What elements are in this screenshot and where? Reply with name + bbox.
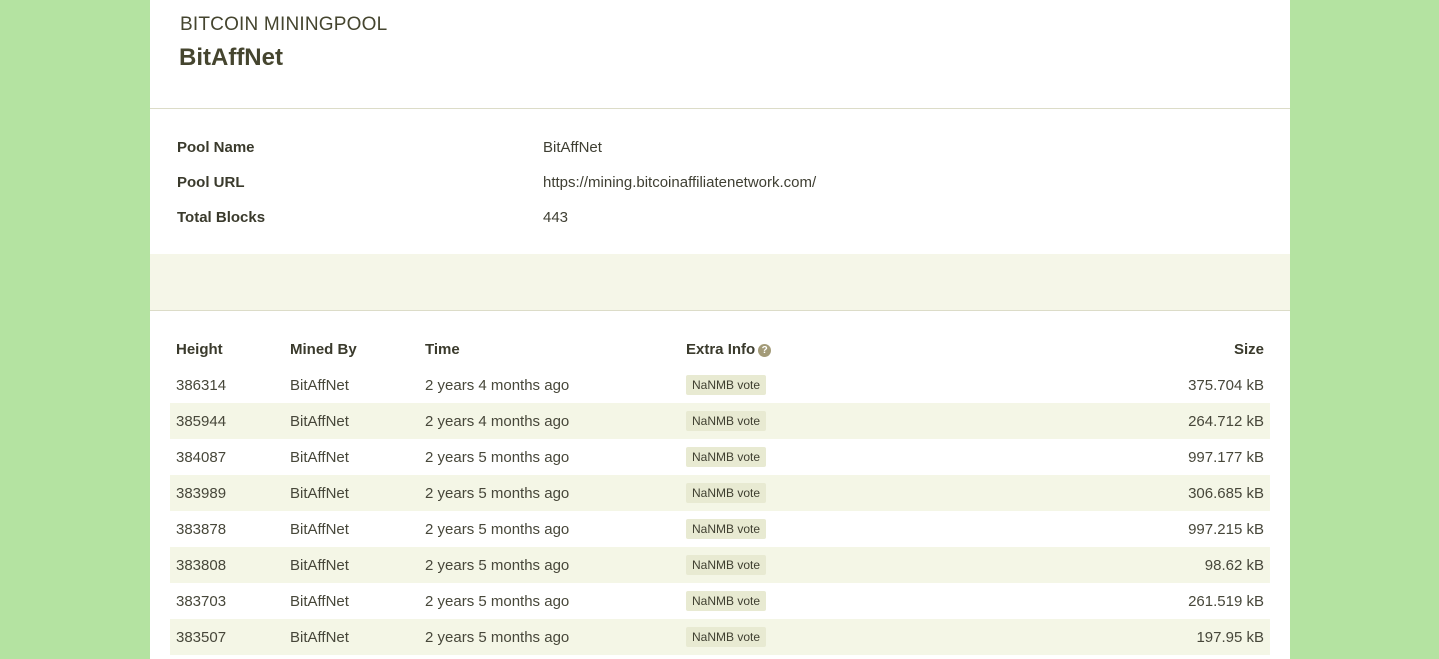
miner-link[interactable]: BitAffNet [284, 511, 419, 547]
block-time: 2 years 4 months ago [425, 376, 570, 394]
info-row-pool-url: Pool URL https://mining.bitcoinaffiliate… [177, 174, 1277, 209]
vote-badge: NaNMB vote [686, 519, 767, 539]
col-extra-info: Extra Info? [680, 331, 1092, 367]
vote-badge: NaNMB vote [686, 411, 767, 431]
block-size: 375.704 kB [1188, 376, 1264, 394]
table-row: 383703 BitAffNet 2 years 5 months ago Na… [170, 583, 1270, 619]
extra-info-cell: NaNMB vote [680, 583, 1092, 619]
info-label: Pool URL [177, 174, 245, 191]
extra-info-cell: NaNMB vote [680, 403, 1092, 439]
block-height-link[interactable]: 383989 [170, 475, 284, 511]
info-row-pool-name: Pool Name BitAffNet [177, 139, 1277, 174]
vote-badge: NaNMB vote [686, 627, 767, 647]
block-height-link[interactable]: 385944 [170, 403, 284, 439]
block-time: 2 years 5 months ago [419, 475, 680, 511]
miner-link[interactable]: BitAffNet [284, 475, 419, 511]
block-time: 2 years 5 months ago [419, 619, 680, 655]
vote-badge: NaNMB vote [686, 447, 767, 467]
block-height-link[interactable]: 383507 [170, 619, 284, 655]
block-height-link[interactable]: 386314 [170, 367, 284, 403]
block-time: 2 years 5 months ago [419, 547, 680, 583]
extra-info-cell: NaNMB vote [680, 619, 1092, 655]
block-size: 261.519 kB [1188, 592, 1264, 610]
table-header-row: Height Mined By Time Extra Info? Size [170, 331, 1270, 367]
extra-info-cell: NaNMB vote [680, 439, 1092, 475]
table-row: 384087 BitAffNet 2 years 5 months ago Na… [170, 439, 1270, 475]
block-size: 306.685 kB [1092, 475, 1270, 511]
table-row: 383989 BitAffNet 2 years 5 months ago Na… [170, 475, 1270, 511]
miner-link[interactable]: BitAffNet [284, 403, 419, 439]
block-size: 197.95 kB [1092, 619, 1270, 655]
table-row: 385944 BitAffNet 2 years 4 months ago Na… [170, 403, 1270, 439]
info-value: 443 [543, 209, 569, 226]
vote-badge: NaNMB vote [686, 591, 767, 611]
block-time: 2 years 5 months ago [425, 592, 570, 610]
miner-link[interactable]: BitAffNet [284, 583, 419, 619]
block-height-link[interactable]: 383703 [170, 583, 284, 619]
miner-link[interactable]: BitAffNet [284, 439, 419, 475]
question-circle-icon[interactable]: ? [758, 343, 772, 357]
info-value: BitAffNet [543, 139, 602, 156]
block-height-link[interactable]: 383808 [170, 547, 284, 583]
table-row: 383808 BitAffNet 2 years 5 months ago Na… [170, 547, 1270, 583]
extra-info-cell: NaNMB vote [680, 547, 1092, 583]
vote-badge: NaNMB vote [686, 375, 767, 395]
block-time: 2 years 4 months ago [419, 403, 680, 439]
page-title: BitAffNet [179, 44, 283, 71]
page-eyebrow: BITCOIN MININGPOOL [180, 14, 388, 35]
blocks-section: Height Mined By Time Extra Info? Size 38… [150, 331, 1290, 655]
block-size: 997.215 kB [1188, 520, 1264, 538]
col-height: Height [176, 340, 223, 358]
miner-link[interactable]: BitAffNet [284, 619, 419, 655]
info-label: Pool Name [177, 139, 255, 156]
block-height-link[interactable]: 383878 [170, 511, 284, 547]
table-row: 383878 BitAffNet 2 years 5 months ago Na… [170, 511, 1270, 547]
block-time: 2 years 5 months ago [425, 448, 570, 466]
separator-band [150, 254, 1290, 311]
vote-badge: NaNMB vote [686, 555, 767, 575]
pool-url-link[interactable]: https://mining.bitcoinaffiliatenetwork.c… [543, 174, 816, 191]
extra-info-cell: NaNMB vote [680, 475, 1092, 511]
block-time: 2 years 5 months ago [425, 520, 570, 538]
col-size: Size [1233, 340, 1264, 358]
info-label: Total Blocks [177, 209, 266, 226]
vote-badge: NaNMB vote [686, 483, 767, 503]
page-header: BITCOIN MININGPOOL BitAffNet [150, 0, 1290, 109]
table-row: 383507 BitAffNet 2 years 5 months ago Na… [170, 619, 1270, 655]
blocks-table: Height Mined By Time Extra Info? Size 38… [170, 331, 1270, 655]
table-row: 386314 BitAffNet 2 years 4 months ago Na… [170, 367, 1270, 403]
extra-info-cell: NaNMB vote [680, 367, 1092, 403]
miner-link[interactable]: BitAffNet [284, 367, 419, 403]
info-row-total-blocks: Total Blocks 443 [177, 209, 1277, 244]
extra-info-cell: NaNMB vote [680, 511, 1092, 547]
col-extra-info-label: Extra Info [686, 340, 756, 358]
block-height-link[interactable]: 384087 [170, 439, 284, 475]
pool-info: Pool Name BitAffNet Pool URL https://min… [150, 109, 1290, 254]
col-time: Time [425, 340, 460, 358]
miner-link[interactable]: BitAffNet [284, 547, 419, 583]
block-size: 997.177 kB [1188, 448, 1264, 466]
block-size: 264.712 kB [1092, 403, 1270, 439]
block-size: 98.62 kB [1092, 547, 1270, 583]
pool-panel: BITCOIN MININGPOOL BitAffNet Pool Name B… [150, 0, 1290, 659]
col-mined-by: Mined By [290, 340, 357, 358]
